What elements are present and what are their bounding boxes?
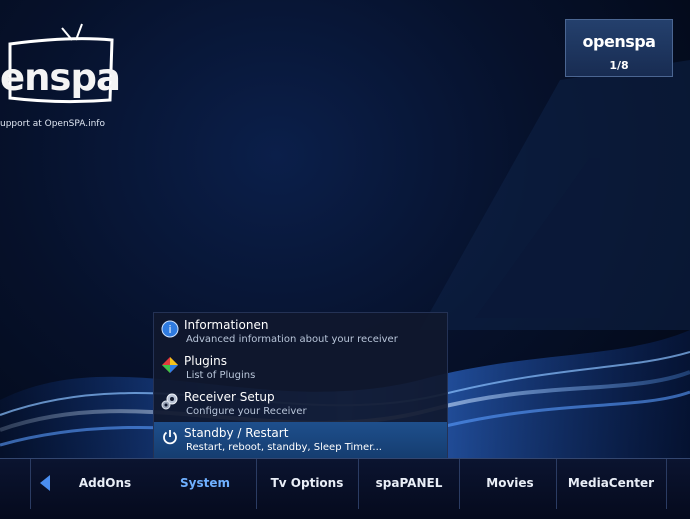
openspa-logo: enspa upport at OpenSPA.info [0,0,140,140]
menu-item-plugins[interactable]: Plugins List of Plugins [154,350,447,386]
nav-separator [556,459,557,509]
menu-item-title: Informationen [184,318,269,332]
menu-item-title: Standby / Restart [184,426,289,440]
menu-item-standby-restart[interactable]: Standby / Restart Restart, reboot, stand… [154,422,447,458]
power-icon [163,430,177,445]
bottom-nav-bar: AddOns System Tv Options spaPANEL Movies… [0,458,690,519]
nav-item-tv-options[interactable]: Tv Options [262,476,352,490]
menu-item-informationen[interactable]: i Informationen Advanced information abo… [154,314,447,350]
arrow-left-icon[interactable] [40,475,50,491]
openspa-badge: openspa 1/8 [565,19,673,77]
logo-text: enspa [0,56,121,99]
menu-item-subtitle: List of Plugins [186,370,256,381]
nav-item-movies[interactable]: Movies [470,476,550,490]
menu-item-title: Receiver Setup [184,390,275,404]
nav-separator [666,459,667,509]
nav-item-mediacenter[interactable]: MediaCenter [562,476,660,490]
support-text: upport at OpenSPA.info [0,119,105,129]
menu-item-subtitle: Restart, reboot, standby, Sleep Timer... [186,442,382,453]
page-indicator: 1/8 [609,59,629,72]
nav-item-spapanel[interactable]: spaPANEL [364,476,454,490]
menu-item-subtitle: Configure your Receiver [186,406,307,417]
nav-separator [256,459,257,509]
menu-item-title: Plugins [184,354,227,368]
nav-separator [30,459,31,509]
nav-item-system[interactable]: System [166,476,244,490]
badge-logo: openspa [582,32,656,51]
system-submenu: i Informationen Advanced information abo… [153,312,448,458]
info-icon: i [161,320,179,338]
menu-item-subtitle: Advanced information about your receiver [186,334,398,345]
svg-text:i: i [168,323,171,336]
menu-item-receiver-setup[interactable]: Receiver Setup Configure your Receiver [154,386,447,422]
nav-separator [459,459,460,509]
plugins-icon [162,357,178,373]
gears-icon [161,393,178,410]
nav-item-addons[interactable]: AddOns [66,476,144,490]
nav-separator [358,459,359,509]
